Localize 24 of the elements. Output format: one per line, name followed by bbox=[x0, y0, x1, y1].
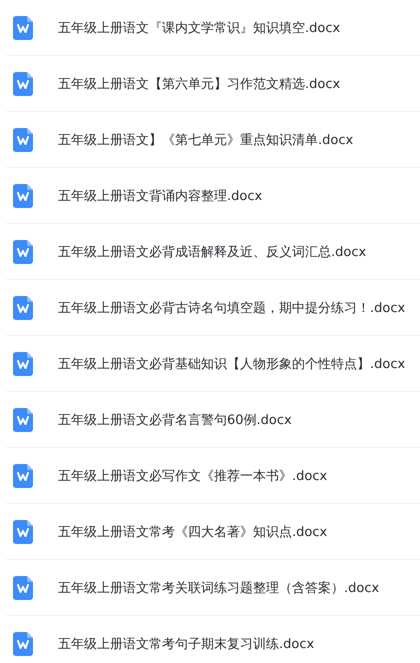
word-document-icon bbox=[13, 576, 33, 600]
word-document-icon bbox=[13, 408, 33, 432]
file-name[interactable]: 五年级上册语文必背基础知识【人物形象的个性特点】.docx bbox=[58, 354, 406, 372]
word-document-icon bbox=[13, 632, 33, 656]
file-name[interactable]: 五年级上册语文背诵内容整理.docx bbox=[58, 186, 262, 204]
word-document-icon bbox=[13, 240, 33, 264]
word-document-icon bbox=[13, 520, 33, 544]
file-name[interactable]: 五年级上册语文必写作文《推荐一本书》.docx bbox=[58, 466, 328, 484]
word-document-icon bbox=[13, 464, 33, 488]
file-name[interactable]: 五年级上册语文常考关联词练习题整理（含答案）.docx bbox=[58, 578, 380, 596]
file-name[interactable]: 五年级上册语文常考《四大名著》知识点.docx bbox=[58, 522, 328, 540]
file-name[interactable]: 五年级上册语文【第六单元】习作范文精选.docx bbox=[58, 74, 340, 92]
word-document-icon bbox=[13, 352, 33, 376]
word-document-icon bbox=[13, 296, 33, 320]
file-name[interactable]: 五年级上册语文】《第七单元》重点知识清单.docx bbox=[58, 130, 354, 148]
word-document-icon bbox=[13, 16, 33, 40]
file-name[interactable]: 五年级上册语文必背古诗名句填空题，期中提分练习！.docx bbox=[58, 298, 406, 316]
file-name[interactable]: 五年级上册语文『课内文学常识』知识填空.docx bbox=[58, 18, 340, 36]
word-document-icon bbox=[13, 72, 33, 96]
word-document-icon bbox=[13, 128, 33, 152]
file-name[interactable]: 五年级上册语文常考句子期末复习训练.docx bbox=[58, 634, 314, 652]
word-document-icon bbox=[13, 184, 33, 208]
file-name[interactable]: 五年级上册语文必背成语解释及近、反义词汇总.docx bbox=[58, 242, 366, 260]
file-name[interactable]: 五年级上册语文必背名言警句60例.docx bbox=[58, 410, 292, 428]
